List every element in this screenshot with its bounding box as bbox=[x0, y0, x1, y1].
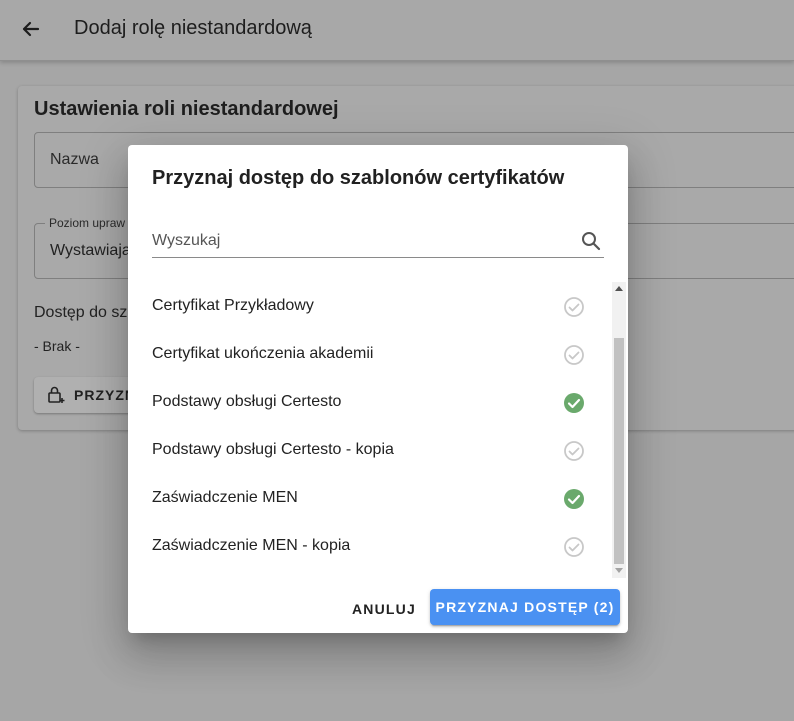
name-field-label: Nazwa bbox=[50, 151, 99, 168]
list-item-label: Zaświadczenie MEN - kopia bbox=[152, 537, 351, 554]
level-field-label: Poziom upraw bbox=[45, 216, 130, 230]
list-item[interactable]: Podstawy obsługi Certesto bbox=[128, 378, 614, 426]
lock-plus-icon bbox=[48, 386, 65, 403]
scroll-up-arrow-icon[interactable] bbox=[615, 286, 623, 291]
grant-access-confirm-button[interactable]: PRZYZNAJ DOSTĘP (2) bbox=[430, 589, 620, 625]
check-circle-icon bbox=[562, 487, 586, 511]
list-item-label: Zaświadczenie MEN bbox=[152, 489, 298, 506]
search-box bbox=[152, 227, 604, 258]
list-item[interactable]: Certyfikat Przykładowy bbox=[128, 282, 614, 330]
list-item[interactable]: Zaświadczenie MEN - kopia bbox=[128, 522, 614, 570]
cancel-button[interactable]: ANULUJ bbox=[346, 591, 422, 627]
template-list: Certyfikat Przykładowy Certyfikat ukończ… bbox=[128, 282, 628, 578]
page-title: Dodaj rolę niestandardową bbox=[74, 17, 312, 39]
list-item-label: Certyfikat Przykładowy bbox=[152, 297, 314, 314]
app-bar: Dodaj rolę niestandardową bbox=[0, 0, 794, 61]
grant-access-button-label: PRZYZN bbox=[74, 387, 136, 403]
list-item[interactable]: Zaświadczenie MEN bbox=[128, 474, 614, 522]
scroll-thumb[interactable] bbox=[614, 338, 624, 564]
list-item-label: Podstawy obsługi Certesto - kopia bbox=[152, 441, 394, 458]
list-item[interactable]: Certyfikat ukończenia akademii bbox=[128, 330, 614, 378]
arrow-left-icon bbox=[22, 21, 40, 37]
list-item[interactable]: Podstawy obsługi Certesto - kopia bbox=[128, 426, 614, 474]
list-scrollbar[interactable] bbox=[612, 282, 626, 578]
grant-access-dialog: Przyznaj dostęp do szablonów certyfikató… bbox=[128, 145, 628, 633]
card-title: Ustawienia roli niestandardowej bbox=[34, 98, 339, 120]
scroll-down-arrow-icon[interactable] bbox=[615, 568, 623, 573]
check-circle-icon bbox=[562, 391, 586, 415]
search-icon[interactable] bbox=[580, 230, 602, 252]
check-circle-icon bbox=[562, 295, 586, 319]
back-button[interactable] bbox=[16, 14, 46, 44]
check-circle-icon bbox=[562, 343, 586, 367]
search-input[interactable] bbox=[152, 229, 572, 253]
list-item-label: Certyfikat ukończenia akademii bbox=[152, 345, 374, 362]
none-label: - Brak - bbox=[34, 338, 80, 354]
check-circle-icon bbox=[562, 535, 586, 559]
access-label: Dostęp do sz bbox=[34, 304, 128, 321]
dialog-title: Przyznaj dostęp do szablonów certyfikató… bbox=[152, 167, 565, 189]
check-circle-icon bbox=[562, 439, 586, 463]
list-item-label: Podstawy obsługi Certesto bbox=[152, 393, 342, 410]
level-field-value: Wystawiają bbox=[50, 242, 131, 259]
